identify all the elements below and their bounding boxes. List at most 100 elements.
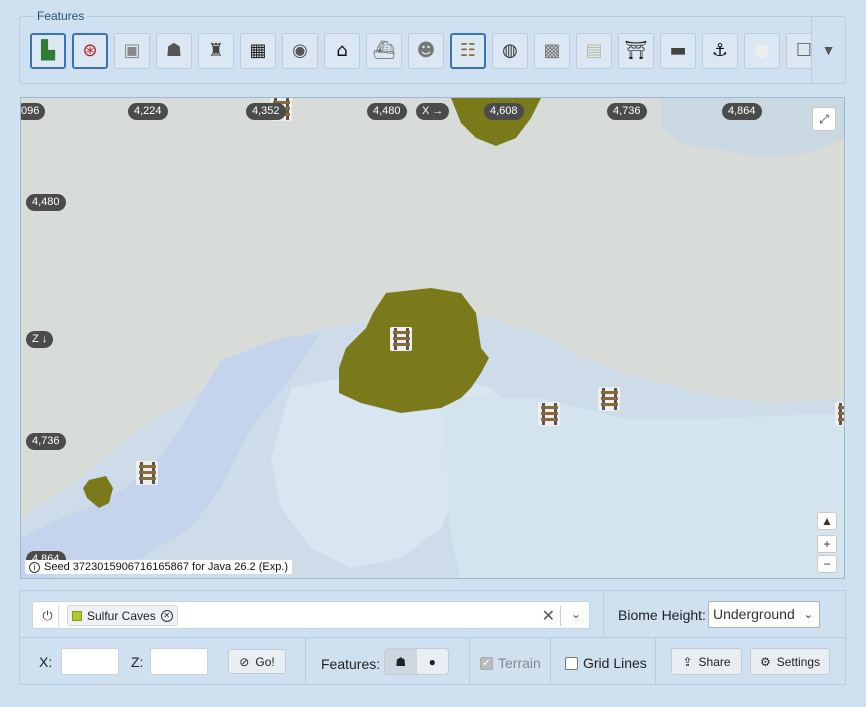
desert-temple-icon: ▤ [585, 40, 603, 61]
go-label: Go! [255, 654, 275, 669]
features-label: Features: [321, 656, 381, 672]
x-coord-input[interactable] [61, 648, 119, 675]
north-button[interactable]: ▲ [817, 512, 837, 530]
power-icon[interactable]: ⏻ [37, 605, 59, 627]
clear-icon[interactable]: ✕ [542, 606, 555, 626]
triangle-down-icon: ▼ [821, 42, 836, 58]
mineshaft-marker-icon[interactable] [835, 402, 845, 426]
divider [655, 638, 656, 684]
z-tick-label: 4,480 [26, 194, 66, 211]
share-button[interactable]: ⇪ Share [671, 648, 742, 675]
features-panel: Features ▙ ⊛ ▣ ☗ ♜ ▦ ◉ ⌂ ⛴ ☻ ☷ ◍ ▩ ▤ ⛩ ▬ ⚓ ● ☐ ▼ [19, 9, 846, 84]
feature-toggle-witch-hut[interactable]: ⌂ [324, 33, 360, 69]
divider [469, 638, 470, 684]
terrain-checkbox[interactable]: ✓ Terrain [480, 655, 541, 671]
mineshaft-marker-icon[interactable] [598, 387, 620, 411]
fullscreen-button[interactable]: ⤢ [812, 107, 836, 131]
feature-toggle-trial-chamber[interactable]: ▣ [114, 33, 150, 69]
go-button[interactable]: ⊘ Go! [228, 649, 286, 674]
settings-button[interactable]: ⚙ Settings [750, 648, 830, 675]
biome-map-icon: ▙ [41, 40, 55, 61]
shipwreck-icon: ⛴ [372, 40, 396, 61]
feature-toggle-biome-map[interactable]: ▙ [30, 33, 66, 69]
feature-toggle-chest[interactable]: ▬ [660, 33, 696, 69]
pagoda-icon: ⛩ [624, 40, 648, 61]
anchor-icon: ⚓ [711, 40, 729, 61]
features-scroll-down-button[interactable]: ▼ [811, 17, 845, 83]
terrain-label: Terrain [498, 655, 541, 671]
expand-icon: ⤢ [819, 111, 829, 126]
x-tick-label: 4,352 [246, 103, 286, 120]
biome-swatch [72, 610, 82, 621]
golem-icon: ☐ [795, 40, 812, 61]
witch-hut-icon: ⌂ [336, 40, 348, 61]
feature-toggle-grid[interactable]: ▦ [240, 33, 276, 69]
features-legend: Features [34, 9, 88, 23]
map-viewport[interactable]: 096 4,224 4,352 4,480 4,608 4,736 4,864 4,480 4… [20, 97, 845, 579]
feature-toggle-ancient-city[interactable]: ◍ [492, 33, 528, 69]
mineshaft-marker-icon[interactable] [538, 402, 560, 426]
z-tick-label: 4,736 [26, 433, 66, 450]
north-arrow-icon: ▲ [821, 514, 833, 528]
checkmark-icon: ✓ [480, 656, 493, 670]
grid-icon: ▦ [249, 40, 267, 61]
gear-icon: ⚙ [759, 654, 771, 669]
villager-icon: ☗ [165, 40, 183, 61]
x-tick-label: 4,736 [607, 103, 647, 120]
biome-height-value: Underground [713, 606, 795, 622]
feature-toggle-golem[interactable]: ☐ [786, 33, 812, 69]
info-icon: i [29, 561, 40, 573]
grid-lines-label: Grid Lines [583, 655, 647, 671]
feature-toggle-pagoda[interactable]: ⛩ [618, 33, 654, 69]
biome-chip-label: Sulfur Caves [87, 608, 156, 623]
feature-toggle-lantern[interactable]: ♜ [198, 33, 234, 69]
biome-height-select[interactable]: Underground ⌄ [708, 601, 820, 628]
z-coord-label: Z: [131, 654, 144, 670]
mineshaft-marker-icon[interactable] [390, 327, 412, 351]
biome-select[interactable]: ⏻ Sulfur Caves ✕ ✕ ⌄ [32, 601, 590, 629]
chevron-down-icon: ⌄ [803, 609, 813, 621]
x-tick-label: 096 [21, 103, 46, 120]
zoom-in-button[interactable]: + [817, 535, 837, 553]
x-tick-label: 4,480 [367, 103, 407, 120]
ruined-portal-icon: ▩ [543, 40, 561, 61]
feature-toggle-desert-temple[interactable]: ▤ [576, 33, 612, 69]
x-axis-label: X → [416, 103, 450, 120]
remove-chip-icon[interactable]: ✕ [160, 609, 173, 622]
grid-lines-checkbox[interactable]: Grid Lines [565, 655, 647, 671]
seed-info: i Seed 3723015906716165867 for Java 26.2… [25, 560, 293, 574]
feature-toggle-anchor[interactable]: ⚓ [702, 33, 738, 69]
pearl-icon: ● [754, 40, 770, 61]
mineshaft-marker-icon[interactable] [136, 461, 158, 485]
feature-marker-toggle: ☗ ● [384, 648, 449, 675]
feature-toggle-villager[interactable]: ☗ [156, 33, 192, 69]
ancient-city-icon: ◍ [502, 40, 518, 61]
feature-toggle-mineshaft-rail[interactable]: ☷ [450, 33, 486, 69]
pillager-icon: ☻ [416, 40, 436, 61]
divider [550, 638, 551, 684]
z-coord-input[interactable] [150, 648, 208, 675]
feature-toggle-pearl[interactable]: ● [744, 33, 780, 69]
dot-marker-option[interactable]: ● [417, 649, 449, 674]
seed-text: Seed 3723015906716165867 for Java 26.2 (… [44, 561, 289, 573]
biome-filter-row: ⏻ Sulfur Caves ✕ ✕ ⌄ Biome Height: Under… [19, 590, 846, 638]
z-axis-label: Z ↓ [26, 331, 54, 348]
chevron-down-icon[interactable]: ⌄ [571, 607, 581, 621]
zoom-out-button[interactable]: − [817, 555, 837, 573]
x-tick-label: 4,224 [128, 103, 168, 120]
feature-toggle-portal-eye[interactable]: ◉ [282, 33, 318, 69]
dropdown-divider [560, 606, 561, 626]
share-label: Share [698, 654, 731, 669]
feature-toggle-ruined-portal[interactable]: ▩ [534, 33, 570, 69]
biome-height-label: Biome Height: [618, 607, 706, 623]
compass-icon: ⊘ [239, 654, 250, 669]
trial-chamber-icon: ▣ [123, 40, 141, 61]
feature-toggle-shipwreck[interactable]: ⛴ [366, 33, 402, 69]
feature-toggle-pillager[interactable]: ☻ [408, 33, 444, 69]
icon-marker-option[interactable]: ☗ [385, 649, 417, 674]
checkbox-box [565, 656, 578, 670]
divider [305, 638, 306, 684]
feature-toggle-compass[interactable]: ⊛ [72, 33, 108, 69]
x-coord-label: X: [39, 654, 53, 670]
divider [603, 591, 604, 637]
